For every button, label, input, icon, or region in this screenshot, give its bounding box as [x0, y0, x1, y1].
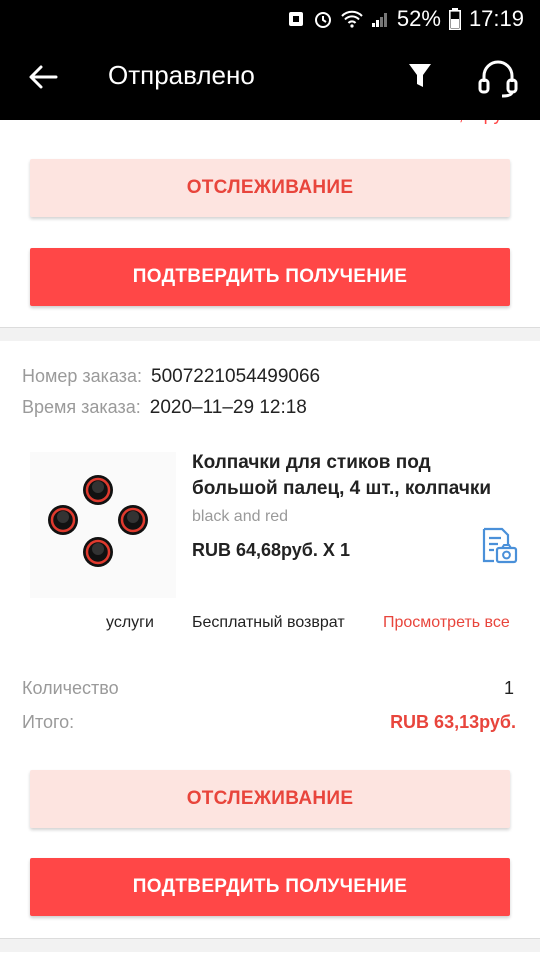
- confirm-receipt-button-2[interactable]: ПОДТВЕРДИТЬ ПОЛУЧЕНИЕ: [30, 858, 510, 916]
- order-number: 5007221054499066: [151, 366, 321, 387]
- product-variant: black and red: [192, 508, 289, 525]
- product-title[interactable]: Колпачки для стиков под большой палец, 4…: [192, 450, 522, 502]
- clock: 17:19: [468, 6, 524, 31]
- headset-support-icon[interactable]: [476, 58, 520, 98]
- order-time: 2020–11–29 12:18: [149, 397, 307, 418]
- status-bar: 52% 17:19: [0, 0, 540, 38]
- quantity-label: Количество: [22, 678, 119, 698]
- previous-total-label: Итого:: [22, 120, 74, 128]
- order-number-label: Номер заказа:: [22, 366, 143, 386]
- order-divider-2: [0, 938, 540, 952]
- previous-order-total-row: Итого: RUB 270,19руб.: [22, 120, 518, 128]
- page-title: Отправлено: [108, 60, 255, 90]
- product-title-line-2: большой палец, 4 шт., колпачки: [192, 478, 492, 499]
- previous-total-value: RUB 270,19руб.: [386, 120, 518, 128]
- total-label: Итого:: [22, 712, 75, 732]
- tracking-button-2[interactable]: ОТСЛЕЖИВАНИЕ: [30, 770, 510, 828]
- confirm-receipt-button[interactable]: ПОДТВЕРДИТЬ ПОЛУЧЕНИЕ: [30, 248, 510, 306]
- order-divider: [0, 327, 540, 341]
- wifi-icon: [341, 10, 363, 28]
- battery-icon: [448, 8, 461, 30]
- order-number-row: Номер заказа: 5007221054499066: [22, 366, 320, 388]
- product-price: RUB 64,68руб. X 1: [192, 540, 350, 560]
- notification-icon: [288, 12, 303, 26]
- orders-list[interactable]: Итого: RUB 270,19руб. ОТСЛЕЖИВАНИЕ ПОДТВ…: [0, 120, 540, 960]
- filter-icon[interactable]: [404, 60, 436, 92]
- order-time-label: Время заказа:: [22, 397, 141, 417]
- tracking-button[interactable]: ОТСЛЕЖИВАНИЕ: [30, 159, 510, 217]
- view-all-link[interactable]: Просмотреть все: [383, 614, 540, 632]
- product-thumbnail[interactable]: [30, 452, 176, 598]
- battery-percent: 52%: [396, 6, 441, 31]
- app-bar: Отправлено: [0, 38, 540, 120]
- product-title-line-1: Колпачки для стиков под: [192, 452, 431, 473]
- thumbstick-caps-image: [48, 475, 148, 567]
- signal-icon: [371, 13, 387, 27]
- order-snapshot-icon[interactable]: [478, 526, 518, 566]
- back-arrow-icon[interactable]: [26, 60, 60, 94]
- order-time-row: Время заказа: 2020–11–29 12:18: [22, 397, 307, 419]
- quantity-value: 1: [503, 678, 514, 698]
- status-icons: [287, 9, 389, 29]
- free-return-label: Бесплатный возврат: [192, 614, 345, 631]
- alarm-icon: [314, 12, 331, 28]
- services-label: услуги: [106, 614, 154, 631]
- total-value: RUB 63,13руб.: [390, 712, 516, 732]
